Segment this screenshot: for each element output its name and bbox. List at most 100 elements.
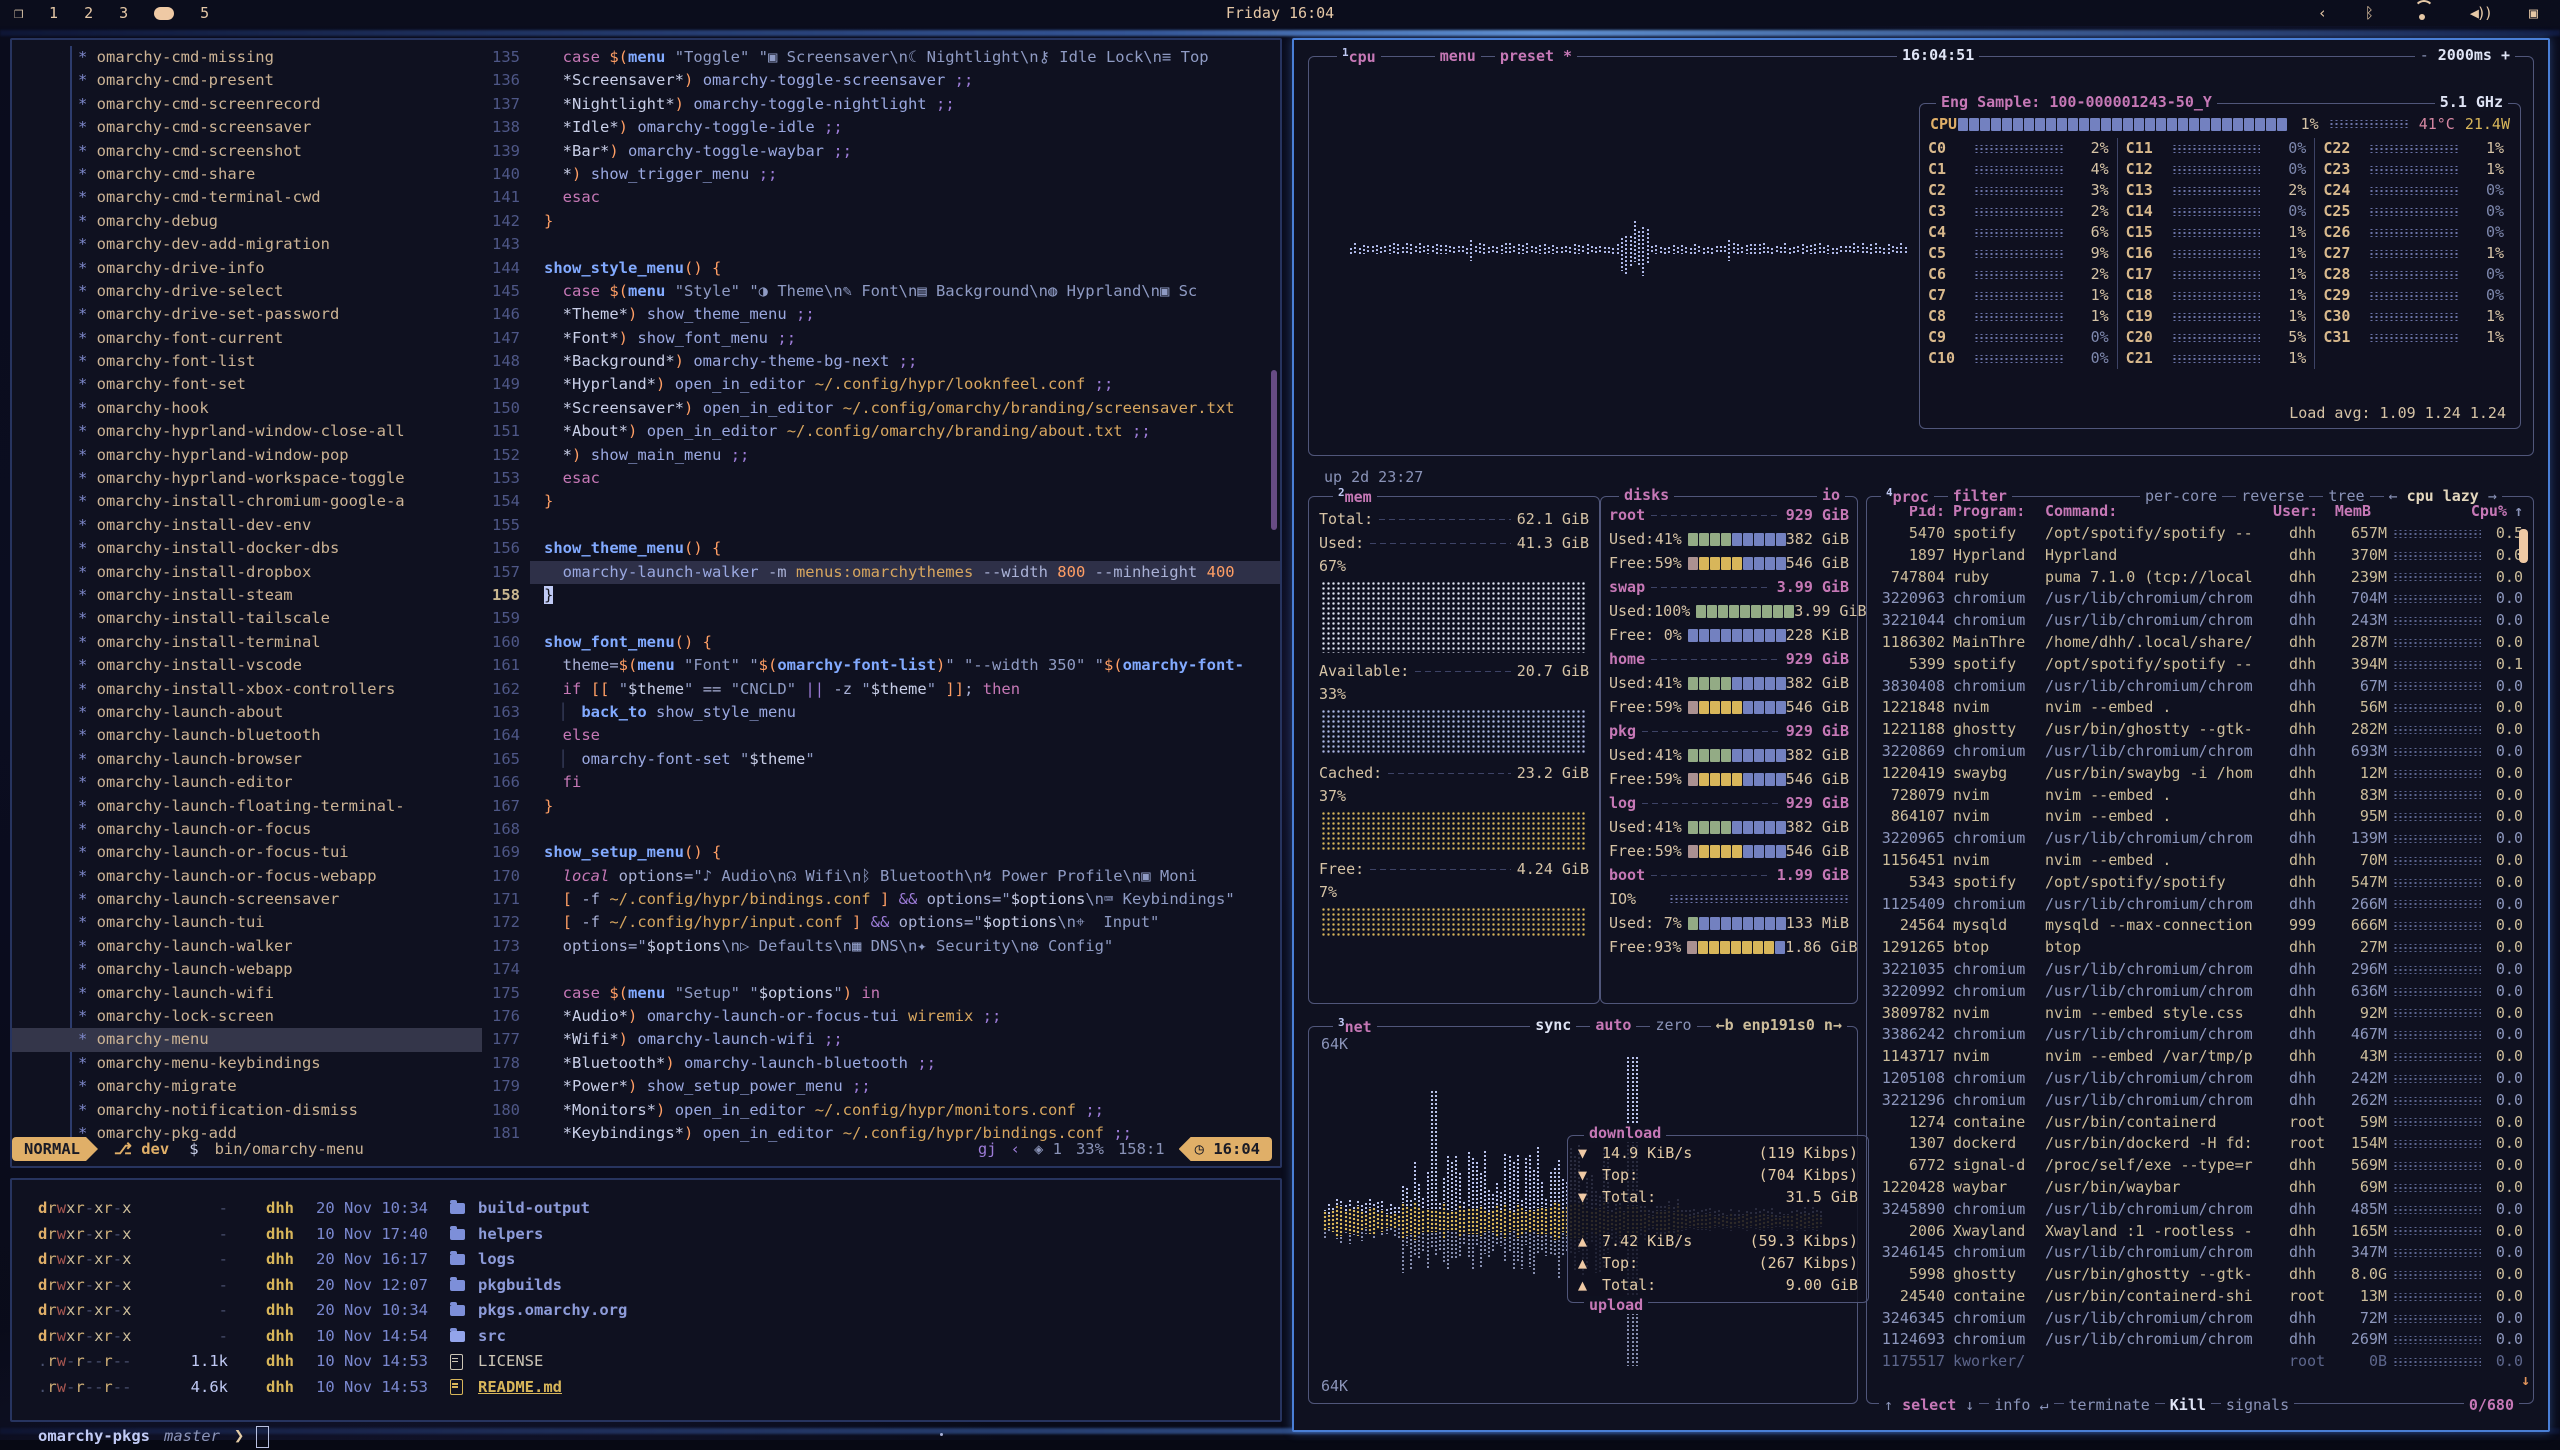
code-line[interactable]: theme=$(menu "Font" "$(omarchy-font-list…	[530, 654, 1280, 677]
code-line[interactable]: ▏ omarchy-font-set "$theme"	[530, 748, 1280, 771]
list-item[interactable]: * omarchy-launch-browser	[12, 748, 482, 771]
proc-row[interactable]: 728079nvimnvim --embed .dhh83M0.0	[1867, 785, 2533, 807]
list-item[interactable]: * omarchy-hyprland-window-pop	[12, 444, 482, 467]
list-item[interactable]: * omarchy-launch-screensaver	[12, 888, 482, 911]
proc-row[interactable]: 1307dockerd/usr/bin/dockerd -H fd:root15…	[1867, 1133, 2533, 1155]
list-item[interactable]: * omarchy-launch-tui	[12, 911, 482, 934]
proc-row[interactable]: 5343spotify/opt/spotify/spotifydhh547M0.…	[1867, 872, 2533, 894]
kill-hint[interactable]: Kill	[2165, 1396, 2211, 1414]
tree-button[interactable]: tree	[2323, 487, 2369, 505]
code-line[interactable]	[530, 958, 1280, 981]
list-item[interactable]: * omarchy-migrate	[12, 1075, 482, 1098]
code-line[interactable]: show_style_menu() {	[530, 257, 1280, 280]
list-item[interactable]: * omarchy-launch-walker	[12, 935, 482, 958]
expand-icon[interactable]: ‹	[2318, 4, 2327, 22]
proc-row[interactable]: 5470spotify/opt/spotify/spotify --dhh657…	[1867, 523, 2533, 545]
code-line[interactable]: *About*) open_in_editor ~/.config/omarch…	[530, 420, 1280, 443]
list-item[interactable]: * omarchy-install-dev-env	[12, 514, 482, 537]
code-line[interactable]: local options="♪ Audio\n☊ Wifi\nᛒ Blueto…	[530, 865, 1280, 888]
proc-row[interactable]: 1220428waybar/usr/bin/waybardhh69M0.0	[1867, 1177, 2533, 1199]
proc-row[interactable]: 3221044chromium/usr/lib/chromium/chromdh…	[1867, 610, 2533, 632]
file-row[interactable]: drwxr-xr-x-dhh20 Nov 10:34pkgs.omarchy.o…	[38, 1298, 627, 1324]
list-item[interactable]: * omarchy-launch-about	[12, 701, 482, 724]
proc-row[interactable]: 3221035chromium/usr/lib/chromium/chromdh…	[1867, 959, 2533, 981]
list-item[interactable]: * omarchy-install-docker-dbs	[12, 537, 482, 560]
list-item[interactable]: * omarchy-launch-wifi	[12, 982, 482, 1005]
list-item[interactable]: * omarchy-launch-editor	[12, 771, 482, 794]
proc-row[interactable]: 3221296chromium/usr/lib/chromium/chromdh…	[1867, 1090, 2533, 1112]
list-item[interactable]: * omarchy-launch-bluetooth	[12, 724, 482, 747]
list-item[interactable]: * omarchy-cmd-screenshot	[12, 140, 482, 163]
cpu-box-title[interactable]: 1cpu	[1337, 46, 1381, 66]
code-line[interactable]: *Screensaver*) open_in_editor ~/.config/…	[530, 397, 1280, 420]
list-item[interactable]: * omarchy-dev-add-migration	[12, 233, 482, 256]
auto-button[interactable]: auto	[1590, 1016, 1636, 1034]
list-item[interactable]: * omarchy-launch-floating-terminal-	[12, 795, 482, 818]
list-item[interactable]: * omarchy-launch-or-focus	[12, 818, 482, 841]
code-line[interactable]: *Monitors*) open_in_editor ~/.config/hyp…	[530, 1099, 1280, 1122]
proc-row[interactable]: 3220992chromium/usr/lib/chromium/chromdh…	[1867, 981, 2533, 1003]
list-item[interactable]: * omarchy-hyprland-window-close-all	[12, 420, 482, 443]
proc-row[interactable]: 1274containe/usr/bin/containerdroot59M0.…	[1867, 1112, 2533, 1134]
code-line[interactable]: show_font_menu() {	[530, 631, 1280, 654]
list-item[interactable]: * omarchy-drive-info	[12, 257, 482, 280]
code-line[interactable]: ▏ back_to show_style_menu	[530, 701, 1280, 724]
file-row[interactable]: .rw-r--r--1.1kdhh10 Nov 14:53LICENSE	[38, 1349, 627, 1375]
proc-row[interactable]: 3246345chromium/usr/lib/chromium/chromdh…	[1867, 1308, 2533, 1330]
mem-box-title[interactable]: 2mem	[1333, 486, 1377, 506]
workspace-1[interactable]: 1	[49, 4, 58, 22]
file-row[interactable]: drwxr-xr-x-dhh20 Nov 16:17logs	[38, 1247, 627, 1273]
code-line[interactable]: else	[530, 724, 1280, 747]
file-row[interactable]: drwxr-xr-x-dhh20 Nov 12:07pkgbuilds	[38, 1273, 627, 1299]
per-core-button[interactable]: per-core	[2140, 487, 2222, 505]
proc-row[interactable]: 24564mysqldmysqld --max-connection999666…	[1867, 915, 2533, 937]
code-line[interactable]: show_setup_menu() {	[530, 841, 1280, 864]
list-item[interactable]: * omarchy-launch-or-focus-tui	[12, 841, 482, 864]
signals-hint[interactable]: signals	[2221, 1396, 2294, 1414]
sync-button[interactable]: sync	[1530, 1016, 1576, 1034]
proc-row[interactable]: 1897HyprlandHyprlanddhh370M0.0	[1867, 545, 2533, 567]
code-line[interactable]: *) show_trigger_menu ;;	[530, 163, 1280, 186]
code-line[interactable]: }	[530, 584, 1280, 607]
proc-row[interactable]: 3386242chromium/usr/lib/chromium/chromdh…	[1867, 1024, 2533, 1046]
net-box-title[interactable]: 3net	[1333, 1016, 1377, 1036]
list-item[interactable]: * omarchy-cmd-terminal-cwd	[12, 186, 482, 209]
code-line[interactable]: case $(menu "Setup" "$options") in	[530, 982, 1280, 1005]
list-item[interactable]: * omarchy-install-terminal	[12, 631, 482, 654]
editor-scrollbar[interactable]	[1271, 370, 1277, 530]
list-item[interactable]: * omarchy-cmd-share	[12, 163, 482, 186]
code-line[interactable]: if [[ "$theme" == "CNCLD" || -z "$theme"…	[530, 678, 1280, 701]
code-line[interactable]	[530, 818, 1280, 841]
workspace-4-active[interactable]	[154, 7, 174, 20]
proc-row[interactable]: 1175517kworker/root0B0.0	[1867, 1351, 2533, 1373]
proc-row[interactable]: 5998ghostty/usr/bin/ghostty --gtk-dhh8.0…	[1867, 1264, 2533, 1286]
code-line[interactable]: fi	[530, 771, 1280, 794]
proc-row[interactable]: 3220869chromium/usr/lib/chromium/chromdh…	[1867, 741, 2533, 763]
proc-row[interactable]: 1186302MainThre/home/dhh/.local/share/dh…	[1867, 632, 2533, 654]
filter-input[interactable]	[2026, 496, 2126, 497]
code-line[interactable]: }	[530, 490, 1280, 513]
filter-button[interactable]: filter	[1948, 487, 2012, 505]
code-line[interactable]	[530, 514, 1280, 537]
list-item[interactable]: * omarchy-install-xbox-controllers	[12, 678, 482, 701]
proc-row[interactable]: 3245890chromium/usr/lib/chromium/chromdh…	[1867, 1199, 2533, 1221]
list-item[interactable]: * omarchy-install-vscode	[12, 654, 482, 677]
proc-row[interactable]: 1221848nvimnvim --embed .dhh56M0.0	[1867, 697, 2533, 719]
proc-row[interactable]: 5399spotify/opt/spotify/spotify --dhh394…	[1867, 654, 2533, 676]
list-item[interactable]: * omarchy-cmd-present	[12, 69, 482, 92]
list-item[interactable]: * omarchy-launch-webapp	[12, 958, 482, 981]
proc-row[interactable]: 3830408chromium/usr/lib/chromium/chromdh…	[1867, 676, 2533, 698]
volume-icon[interactable]: ◀))	[2470, 4, 2491, 22]
info-hint[interactable]: info ↵	[1989, 1396, 2053, 1414]
code-line[interactable]: case $(menu "Toggle" "▣ Screensaver\n☾ N…	[530, 46, 1280, 69]
bluetooth-icon[interactable]: ᛒ	[2365, 4, 2374, 22]
list-item[interactable]: * omarchy-hook	[12, 397, 482, 420]
proc-row[interactable]: 1124693chromium/usr/lib/chromium/chromdh…	[1867, 1329, 2533, 1351]
preset-button[interactable]: preset *	[1495, 47, 1577, 65]
code-line[interactable]: omarchy-launch-walker -m menus:omarchyth…	[530, 561, 1280, 584]
list-item[interactable]: * omarchy-font-list	[12, 350, 482, 373]
list-item[interactable]: * omarchy-drive-select	[12, 280, 482, 303]
proc-row[interactable]: 6772signal-d/proc/self/exe --type=rdhh56…	[1867, 1155, 2533, 1177]
code-line[interactable]: options="$options\n▷ Defaults\n▦ DNS\n✦ …	[530, 935, 1280, 958]
reverse-button[interactable]: reverse	[2236, 487, 2309, 505]
